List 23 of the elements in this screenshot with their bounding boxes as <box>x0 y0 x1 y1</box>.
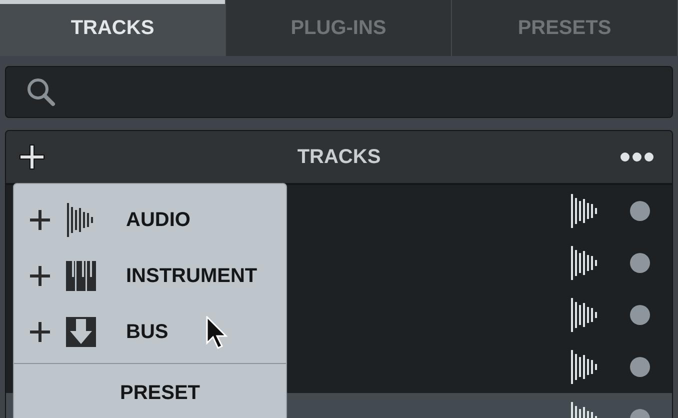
waveform-icon <box>66 203 96 237</box>
search-field[interactable] <box>5 66 673 118</box>
plus-icon <box>28 208 52 232</box>
plus-icon <box>28 320 52 344</box>
waveform-icon <box>570 298 600 332</box>
tab[interactable]: TRACKS <box>0 0 226 56</box>
menu-item[interactable]: BUS <box>14 304 286 360</box>
record-dot-icon[interactable] <box>630 357 650 377</box>
menu-item[interactable]: INSTRUMENT <box>14 248 286 304</box>
panel-title: TRACKS <box>297 146 381 168</box>
record-dot-icon[interactable] <box>630 201 650 221</box>
record-dot-icon[interactable] <box>630 253 650 273</box>
waveform-icon <box>570 246 600 280</box>
more-icon[interactable] <box>620 152 654 162</box>
plus-icon[interactable] <box>18 143 46 171</box>
plus-icon <box>28 264 52 288</box>
waveform-icon <box>570 194 600 228</box>
piano-keys-icon <box>66 261 96 291</box>
waveform-icon <box>570 350 600 384</box>
mouse-pointer-icon <box>206 316 228 350</box>
record-dot-icon[interactable] <box>630 305 650 325</box>
search-icon <box>26 77 56 107</box>
menu-item[interactable]: AUDIO <box>14 192 286 248</box>
